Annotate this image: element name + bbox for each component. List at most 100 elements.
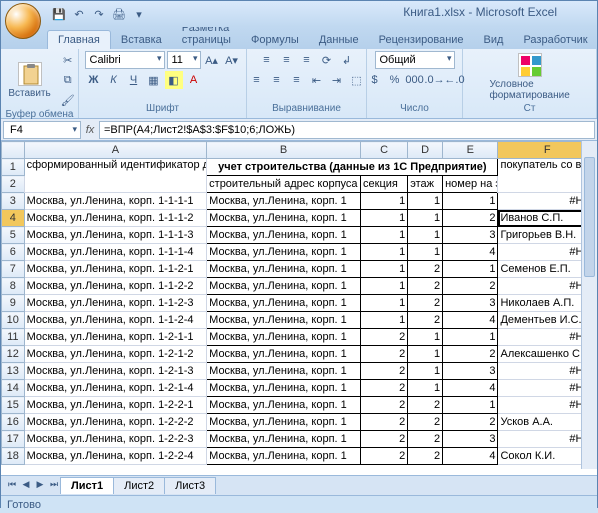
cell[interactable]: Москва, ул.Ленина, корп. 1 [207,210,361,227]
cell[interactable]: 1 [443,193,498,210]
row-header[interactable]: 9 [2,295,25,312]
cell[interactable]: номер на этаже [443,176,498,193]
cell[interactable]: Москва, ул.Ленина, корп. 1 [207,278,361,295]
data-row[interactable]: 13Москва, ул.Ленина, корп. 1-2-1-3Москва… [2,363,597,380]
cell[interactable]: Москва, ул.Ленина, корп. 1-2-1-4 [24,380,207,397]
row-header[interactable]: 2 [2,176,25,193]
cell[interactable]: 3 [443,363,498,380]
cell[interactable]: Москва, ул.Ленина, корп. 1-2-1-3 [24,363,207,380]
cell[interactable]: 4 [443,244,498,261]
row-header[interactable]: 12 [2,346,25,363]
fx-icon[interactable]: fx [81,124,99,136]
cell[interactable]: 1 [408,244,443,261]
cell[interactable]: 2 [361,363,408,380]
worksheet-grid[interactable]: A B C D E F 1 сформированный идентификат… [1,141,597,475]
cell[interactable]: Москва, ул.Ленина, корп. 1-2-2-1 [24,397,207,414]
data-row[interactable]: 7Москва, ул.Ленина, корп. 1-1-2-1Москва,… [2,261,597,278]
align-right-icon[interactable]: ≡ [288,71,306,89]
cell[interactable]: 1 [408,380,443,397]
data-row[interactable]: 17Москва, ул.Ленина, корп. 1-2-2-3Москва… [2,431,597,448]
tab-review[interactable]: Рецензирование [369,31,474,49]
cell[interactable]: Москва, ул.Ленина, корп. 1 [207,312,361,329]
cell[interactable]: 2 [408,397,443,414]
cell[interactable]: 4 [443,380,498,397]
cell[interactable]: 1 [408,329,443,346]
tab-insert[interactable]: Вставка [111,31,172,49]
tab-home[interactable]: Главная [47,30,111,49]
data-row[interactable]: 12Москва, ул.Ленина, корп. 1-2-1-2Москва… [2,346,597,363]
font-color-icon[interactable]: A [185,71,203,89]
font-name-combo[interactable]: Calibri [85,51,165,69]
cell[interactable]: 2 [408,414,443,431]
cell[interactable]: 2 [361,397,408,414]
cell[interactable]: 3 [443,227,498,244]
data-row[interactable]: 10Москва, ул.Ленина, корп. 1-1-2-4Москва… [2,312,597,329]
tab-view[interactable]: Вид [474,31,514,49]
row-header[interactable]: 11 [2,329,25,346]
grow-font-icon[interactable]: A▴ [203,51,221,69]
cell[interactable]: 1 [361,261,408,278]
cell[interactable]: Москва, ул.Ленина, корп. 1-1-2-4 [24,312,207,329]
cell[interactable]: 1 [361,227,408,244]
italic-button[interactable]: К [105,71,123,89]
cell[interactable]: Москва, ул.Ленина, корп. 1 [207,448,361,465]
tab-nav-next-icon[interactable]: ▶ [33,479,47,493]
data-row[interactable]: 6Москва, ул.Ленина, корп. 1-1-1-4Москва,… [2,244,597,261]
cell[interactable]: Москва, ул.Ленина, корп. 1 [207,431,361,448]
data-row[interactable]: 14Москва, ул.Ленина, корп. 1-2-1-4Москва… [2,380,597,397]
copy-icon[interactable]: ⧉ [59,71,77,89]
print-preview-icon[interactable]: 🖨 [111,6,127,22]
cell[interactable]: 1 [443,329,498,346]
tab-nav-first-icon[interactable]: ⏮ [5,479,19,493]
data-row[interactable]: 8Москва, ул.Ленина, корп. 1-1-2-2Москва,… [2,278,597,295]
cell[interactable]: Москва, ул.Ленина, корп. 1-1-1-3 [24,227,207,244]
col-header-a[interactable]: A [24,142,207,159]
cell[interactable]: 1 [408,227,443,244]
cell[interactable]: 2 [361,346,408,363]
cell[interactable]: 2 [443,210,498,227]
cell[interactable]: Москва, ул.Ленина, корп. 1 [207,193,361,210]
col-header-e[interactable]: E [443,142,498,159]
cell[interactable]: 2 [361,431,408,448]
cell[interactable]: 2 [408,312,443,329]
cell[interactable]: Москва, ул.Ленина, корп. 1-2-2-4 [24,448,207,465]
redo-icon[interactable]: ↷ [91,6,107,22]
data-row[interactable]: 5Москва, ул.Ленина, корп. 1-1-1-3Москва,… [2,227,597,244]
cell-merged-header[interactable]: учет строительства (данные из 1С Предпри… [207,159,498,176]
select-all-corner[interactable] [2,142,25,159]
cell[interactable]: Москва, ул.Ленина, корп. 1-1-2-2 [24,278,207,295]
sheet-tab-1[interactable]: Лист1 [60,477,114,494]
row-header[interactable]: 1 [2,159,25,176]
tab-nav-prev-icon[interactable]: ◀ [19,479,33,493]
row-header[interactable]: 5 [2,227,25,244]
align-bottom-icon[interactable]: ≡ [298,51,316,69]
increase-decimal-icon[interactable]: .0→ [426,71,444,89]
cell[interactable]: 1 [408,346,443,363]
wrap-text-icon[interactable]: ↲ [338,51,356,69]
fill-color-icon[interactable]: ◧ [165,71,183,89]
data-row[interactable]: 11Москва, ул.Ленина, корп. 1-2-1-1Москва… [2,329,597,346]
cell[interactable]: 3 [443,431,498,448]
decrease-indent-icon[interactable]: ⇤ [308,71,326,89]
cell[interactable]: 2 [361,329,408,346]
borders-icon[interactable]: ▦ [145,71,163,89]
cell[interactable]: Москва, ул.Ленина, корп. 1 [207,363,361,380]
align-top-icon[interactable]: ≡ [258,51,276,69]
cell[interactable]: этаж [408,176,443,193]
cell[interactable]: Москва, ул.Ленина, корп. 1 [207,414,361,431]
cell[interactable]: 2 [443,414,498,431]
cell[interactable]: 4 [443,448,498,465]
underline-button[interactable]: Ч [125,71,143,89]
name-box[interactable]: F4 [3,121,81,139]
orientation-icon[interactable]: ⟳ [318,51,336,69]
row-header[interactable]: 10 [2,312,25,329]
row-1[interactable]: 1 сформированный идентификатор для строк… [2,159,597,176]
cut-icon[interactable]: ✂ [59,51,77,69]
cell[interactable]: Москва, ул.Ленина, корп. 1-1-1-4 [24,244,207,261]
format-painter-icon[interactable]: 🖌 [59,91,77,109]
cell[interactable]: 4 [443,312,498,329]
cell[interactable]: 2 [443,346,498,363]
column-headers[interactable]: A B C D E F [2,142,597,159]
increase-indent-icon[interactable]: ⇥ [328,71,346,89]
cell[interactable]: Москва, ул.Ленина, корп. 1-1-2-1 [24,261,207,278]
